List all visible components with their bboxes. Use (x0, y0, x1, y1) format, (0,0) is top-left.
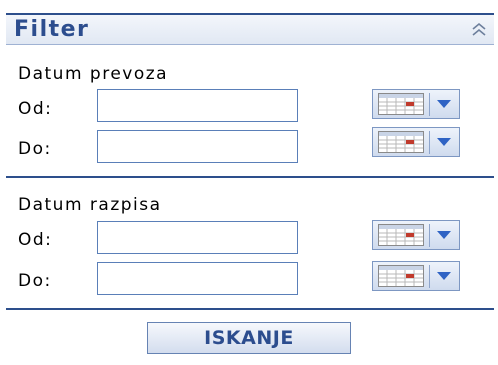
section-title-datum-razpisa: Datum razpisa (18, 195, 162, 215)
filter-panel: Filter Datum prevoza Od: Do: Datum razpi… (0, 0, 498, 365)
datum-prevoza-from-calendar-button[interactable] (372, 89, 460, 119)
section-title-datum-prevoza: Datum prevoza (18, 64, 169, 84)
from-label: Od: (18, 99, 53, 119)
filter-header[interactable]: Filter (6, 13, 494, 45)
datum-razpisa-to-input[interactable] (97, 262, 298, 295)
calendar-icon (378, 93, 424, 115)
calendar-button-divider (429, 131, 430, 154)
calendar-icon (378, 265, 424, 287)
calendar-button-divider (429, 93, 430, 116)
section-separator (6, 176, 494, 178)
calendar-button-divider (429, 224, 430, 247)
calendar-icon (378, 131, 424, 153)
section-separator (6, 308, 494, 310)
datum-razpisa-from-input[interactable] (97, 221, 298, 254)
datum-prevoza-from-input[interactable] (97, 89, 298, 122)
datum-razpisa-from-calendar-button[interactable] (372, 220, 460, 250)
dropdown-arrow-icon (437, 272, 451, 280)
datum-prevoza-to-input[interactable] (97, 130, 298, 163)
dropdown-arrow-icon (437, 231, 451, 239)
double-chevron-up-icon[interactable] (470, 21, 488, 39)
datum-razpisa-to-calendar-button[interactable] (372, 261, 460, 291)
search-button[interactable]: ISKANJE (147, 322, 351, 354)
filter-title: Filter (14, 17, 90, 42)
dropdown-arrow-icon (437, 100, 451, 108)
datum-prevoza-to-calendar-button[interactable] (372, 127, 460, 157)
to-label: Do: (18, 139, 52, 159)
dropdown-arrow-icon (437, 138, 451, 146)
from-label: Od: (18, 230, 53, 250)
calendar-button-divider (429, 265, 430, 288)
to-label: Do: (18, 271, 52, 291)
calendar-icon (378, 224, 424, 246)
